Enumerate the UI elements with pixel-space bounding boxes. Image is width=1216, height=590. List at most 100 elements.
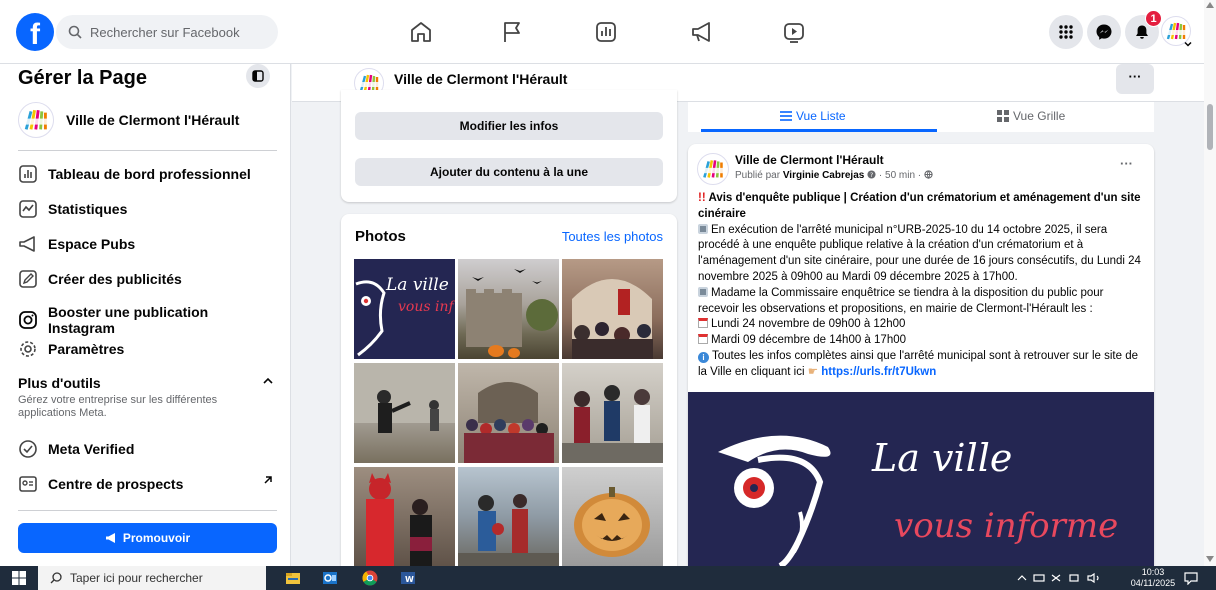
photo-thumbnail[interactable] [458,467,559,566]
search-icon [68,25,82,39]
word-icon[interactable]: W [400,570,416,586]
video-icon[interactable] [780,18,808,46]
windows-start-icon[interactable] [12,571,26,585]
messenger-icon[interactable] [1087,15,1121,49]
sidebar-divider [18,510,277,511]
chrome-icon[interactable] [362,570,378,586]
more-tools-heading: Plus d'outils [18,375,101,391]
tab-list-view[interactable]: Vue Liste [780,109,846,123]
grid-icon [997,110,1009,122]
post-author-name[interactable]: Ville de Clermont l'Hérault [735,153,884,167]
post-paragraph: En exécution de l'arrêté municipal n°URB… [698,223,1141,283]
chevron-up-icon[interactable] [262,375,274,387]
post-options-button[interactable]: ··· [1120,156,1133,171]
add-featured-button[interactable]: Ajouter du contenu à la une [355,158,663,186]
promote-button[interactable]: Promouvoir [18,523,277,553]
scroll-thumb[interactable] [1207,104,1213,150]
more-tools-description: Gérez votre entreprise sur les différent… [18,394,218,419]
page-avatar [18,102,54,138]
home-icon[interactable] [407,18,435,46]
megaphone-icon [105,533,115,543]
sidebar-page-name: Ville de Clermont l'Hérault [66,112,240,128]
sidebar-item-create-ads[interactable]: Créer des publicités [18,269,278,289]
scroll-up-icon[interactable] [1206,2,1214,8]
photo-thumbnail[interactable] [458,259,559,359]
sidebar-item-boost-instagram[interactable]: Booster une publication Instagram [18,304,278,336]
calendar-icon [698,334,708,345]
taskbar-search[interactable]: Taper ici pour rechercher [38,566,266,590]
more-options-button[interactable]: ··· [1116,64,1154,94]
sidebar-item-label: Espace Pubs [48,236,136,252]
sidebar-title: Gérer la Page [18,67,147,89]
flag-icon[interactable] [498,18,526,46]
sidebar-item-dashboard[interactable]: Tableau de bord professionnel [18,164,278,184]
published-by-name[interactable]: Virginie Cabrejas [783,170,865,181]
scroll-down-icon[interactable] [1206,556,1214,562]
sidebar-item-label: Statistiques [48,201,128,217]
promote-label: Promouvoir [122,531,191,545]
dashboard-icon[interactable] [592,18,620,46]
search-icon [50,572,62,584]
file-explorer-icon[interactable] [285,570,301,586]
edit-info-button[interactable]: Modifier les infos [355,112,663,140]
poster-text: La ville [872,436,1013,480]
sidebar-item-label: Paramètres [48,341,125,357]
published-by-prefix: Publié par [735,170,781,181]
dashboard-icon [19,165,37,183]
photo-caption: vous inf [398,299,454,315]
post-title: Avis d'enquête publique | Création d'un … [698,192,1141,220]
sidebar-page-entry[interactable]: Ville de Clermont l'Hérault [18,102,239,138]
page-name[interactable]: Ville de Clermont l'Hérault [394,71,567,87]
photo-caption: La ville [386,275,449,295]
post-link[interactable]: https://urls.fr/t7Ukwn [821,366,936,378]
statistics-icon [19,200,37,218]
page-scrollbar[interactable] [1204,0,1216,566]
sidebar-item-meta-verified[interactable]: Meta Verified [18,439,278,459]
active-tab-indicator [701,129,937,132]
post-time[interactable]: · 50 min · [879,170,921,181]
tab-grid-view[interactable]: Vue Grille [997,109,1065,123]
collapse-sidebar-button[interactable] [246,64,270,88]
photo-scene [562,385,663,463]
photo-thumbnail[interactable] [562,467,663,566]
clock-date: 04/11/2025 [1130,578,1176,588]
photo-thumbnail[interactable] [562,363,663,463]
megaphone-icon [19,236,35,252]
facebook-logo[interactable]: f [16,13,54,51]
verified-icon [19,440,37,458]
svg-text:W: W [405,575,414,584]
sidebar-item-leads-center[interactable]: Centre de prospects [18,474,278,494]
post-image[interactable]: La ville vous informe [688,392,1154,566]
sidebar-item-label: Tableau de bord professionnel [48,166,251,182]
tab-list-label: Vue Liste [796,109,846,123]
windows-taskbar: Taper ici pour rechercher W 10:03 04/11/… [0,566,1216,590]
photo-thumbnail[interactable] [562,259,663,359]
taskbar-clock[interactable]: 10:03 04/11/2025 [1128,567,1178,589]
photo-thumbnail[interactable] [354,363,455,463]
sidebar-item-statistics[interactable]: Statistiques [18,199,278,219]
external-arrow-icon [264,476,272,484]
menu-grid-icon[interactable] [1049,15,1083,49]
sidebar-divider [18,150,277,151]
poster-text: vous informe [894,506,1119,546]
help-icon[interactable]: ? [867,170,876,179]
post-author-avatar[interactable] [697,153,729,185]
system-tray-icons[interactable] [1016,572,1116,584]
search-bar[interactable] [56,15,278,49]
outlook-icon[interactable] [322,570,338,586]
sidebar-item-settings[interactable]: Paramètres [18,339,278,359]
megaphone-icon[interactable] [688,18,716,46]
sidebar-item-ads-space[interactable]: Espace Pubs [18,234,278,254]
post-paragraph: Madame la Commissaire enquêtrice se tien… [698,286,1104,315]
photo-thumbnail[interactable] [458,363,559,463]
search-input[interactable] [90,24,260,40]
post-card: Ville de Clermont l'Hérault Publié par V… [688,144,1154,566]
photo-thumbnail[interactable]: La ville vous inf [354,259,455,359]
see-all-photos-link[interactable]: Toutes les photos [562,229,663,244]
photo-thumbnail[interactable] [354,467,455,566]
notifications-center-icon[interactable] [1184,571,1198,585]
chevron-down-icon[interactable] [1184,40,1192,48]
post-text: !! Avis d'enquête publique | Création d'… [698,191,1146,381]
manage-page-sidebar: Gérer la Page Ville de Clermont l'Héraul… [0,64,291,566]
gear-icon [20,341,36,357]
